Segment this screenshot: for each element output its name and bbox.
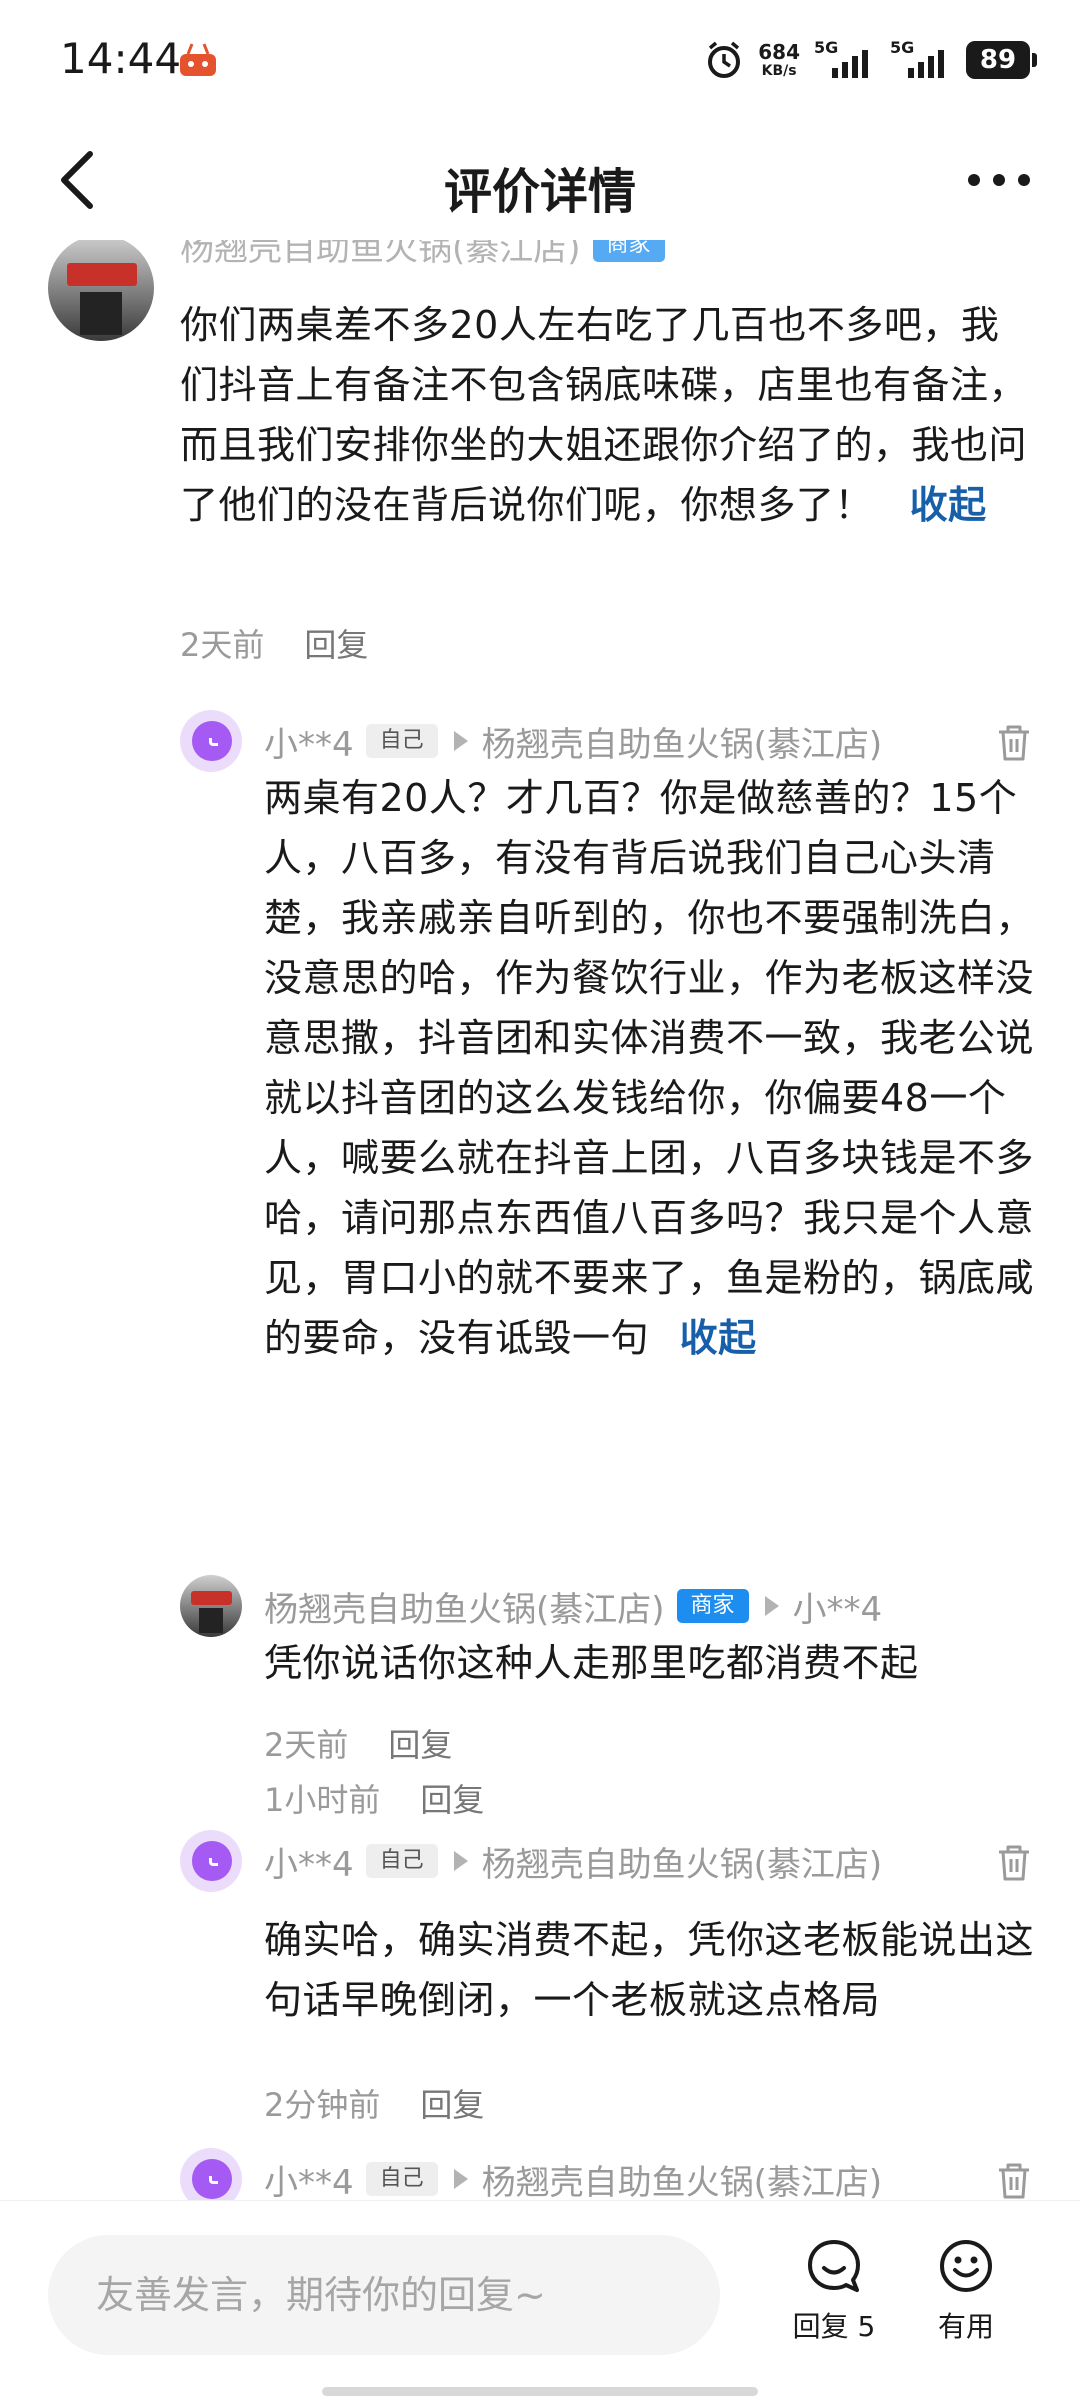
comment-body: 确实哈，确实消费不起，凭你这老板能说出这句话早晚倒闭，一个老板就这点格局 xyxy=(264,1910,1036,2030)
comment-header: 小**4 自己 杨翘壳自助鱼火锅(綦江店) xyxy=(264,2156,882,2200)
comment-footer: 2分钟前 回复 xyxy=(264,2080,484,2126)
signal-sim2-icon: 5G xyxy=(890,38,952,82)
signal-sim1-icon: 5G xyxy=(814,38,876,82)
collapse-link[interactable]: 收起 xyxy=(680,1316,757,1360)
comment-footer: 1小时前 回复 xyxy=(264,1775,484,1821)
reply-input[interactable] xyxy=(48,2235,720,2355)
smile-icon xyxy=(940,2240,992,2292)
status-time: 14:44 xyxy=(60,34,182,83)
net-speed: 684 KB/s xyxy=(758,42,800,78)
trash-icon[interactable] xyxy=(996,1844,1032,1882)
reply-input-box[interactable] xyxy=(48,2235,720,2355)
page-title: 评价详情 xyxy=(443,164,636,220)
reply-count-label: 回复 5 xyxy=(792,2310,876,2343)
self-tag: 自己 xyxy=(365,724,438,758)
more-icon[interactable] xyxy=(966,160,1032,200)
self-tag: 自己 xyxy=(365,1844,438,1878)
comment-body: 你们两桌差不多20人左右吃了几百也不多吧，我们抖音上有备注不包含锅底味碟，店里也… xyxy=(180,295,1036,535)
home-indicator[interactable] xyxy=(322,2387,758,2396)
nav-bar: 评价详情 xyxy=(0,120,1080,240)
comment-header: 杨翘壳自助鱼火锅(綦江店) 商家 小**4 xyxy=(264,1582,883,1631)
reply-target-name[interactable]: 小**4 xyxy=(793,1582,883,1631)
trash-icon[interactable] xyxy=(996,2162,1032,2200)
user-avatar[interactable] xyxy=(180,2148,242,2200)
arrow-icon xyxy=(764,1596,779,1616)
arrow-icon xyxy=(453,2169,468,2189)
status-bar: 14:44 684 KB/s 5G 5G 89 xyxy=(0,0,1080,120)
reply-button[interactable]: 回复 xyxy=(420,2080,484,2126)
reply-target-name[interactable]: 杨翘壳自助鱼火锅(綦江店) xyxy=(482,2155,883,2201)
comment-user-3: 小**4 自己 杨翘壳自助鱼火锅(綦江店) xyxy=(0,2148,1080,2200)
author-name[interactable]: 杨翘壳自助鱼火锅(綦江店) xyxy=(264,1582,665,1631)
comment-merchant-2: 杨翘壳自助鱼火锅(綦江店) 商家 小**4 凭你说话你这种人走那里吃都消费不起 … xyxy=(0,1575,1080,1845)
comment-merchant-1: 杨翘壳自助鱼火锅(綦江店) 商家 你们两桌差不多20人左右吃了几百也不多吧，我们… xyxy=(0,240,1080,680)
reply-button[interactable]: 回复 xyxy=(304,620,368,666)
merchant-tag: 商家 xyxy=(676,1589,749,1623)
app-notification-icon xyxy=(180,43,216,76)
comment-text: 两桌有20人？才几百？你是做慈善的？15个人，八百多，有没有背后说我们自己心头清… xyxy=(264,776,1035,1360)
reply-count-button[interactable]: 回复 5 xyxy=(774,2237,894,2345)
comment-time: 2分钟前 xyxy=(264,2086,381,2124)
comment-thread: 杨翘壳自助鱼火锅(綦江店) 商家 你们两桌差不多20人左右吃了几百也不多吧，我们… xyxy=(0,240,1080,2200)
comment-header: 小**4 自己 杨翘壳自助鱼火锅(綦江店) xyxy=(264,717,883,766)
arrow-icon xyxy=(453,731,468,751)
bottom-bar: 回复 5 有用 xyxy=(0,2200,1080,2408)
self-tag: 自己 xyxy=(365,2162,438,2196)
author-name[interactable]: 小**4 xyxy=(264,2155,354,2201)
author-name[interactable]: 杨翘壳自助鱼火锅(綦江店) xyxy=(180,240,581,270)
merchant-tag: 商家 xyxy=(592,240,665,262)
comment-header: 杨翘壳自助鱼火锅(綦江店) 商家 xyxy=(180,240,665,270)
arrow-icon xyxy=(453,1851,468,1871)
author-name[interactable]: 小**4 xyxy=(264,1837,354,1886)
battery-icon: 89 xyxy=(966,41,1037,79)
useful-label: 有用 xyxy=(937,2310,994,2343)
trash-icon[interactable] xyxy=(996,724,1032,762)
net-speed-value: 684 xyxy=(758,40,800,64)
comment-header: 小**4 自己 杨翘壳自助鱼火锅(綦江店) xyxy=(264,1837,883,1886)
comment-body: 两桌有20人？才几百？你是做慈善的？15个人，八百多，有没有背后说我们自己心头清… xyxy=(264,768,1036,1368)
comment-user-2: 小**4 自己 杨翘壳自助鱼火锅(綦江店) 确实哈，确实消费不起，凭你这老板能说… xyxy=(0,1830,1080,2160)
reply-target-name[interactable]: 杨翘壳自助鱼火锅(綦江店) xyxy=(482,1837,883,1886)
merchant-avatar[interactable] xyxy=(48,240,154,341)
comment-time: 1小时前 xyxy=(264,1781,381,1819)
comment-time: 2天前 xyxy=(180,626,265,664)
alarm-icon xyxy=(708,41,741,78)
reply-button[interactable]: 回复 xyxy=(420,1775,484,1821)
user-avatar[interactable] xyxy=(180,710,242,772)
useful-button[interactable]: 有用 xyxy=(906,2237,1026,2345)
net-speed-unit: KB/s xyxy=(761,63,797,79)
comment-text: 凭你说话你这种人走那里吃都消费不起 xyxy=(264,1641,919,1685)
comment-text: 确实哈，确实消费不起，凭你这老板能说出这句话早晚倒闭，一个老板就这点格局 xyxy=(264,1918,1035,2022)
comment-body: 凭你说话你这种人走那里吃都消费不起 xyxy=(264,1633,1036,1693)
user-avatar[interactable] xyxy=(180,1830,242,1892)
merchant-avatar[interactable] xyxy=(180,1575,242,1637)
collapse-link[interactable]: 收起 xyxy=(910,483,987,527)
status-right: 684 KB/s 5G 5G 89 xyxy=(704,36,1037,84)
comment-text: 你们两桌差不多20人左右吃了几百也不多吧，我们抖音上有备注不包含锅底味碟，店里也… xyxy=(180,303,1028,527)
author-name[interactable]: 小**4 xyxy=(264,717,354,766)
comment-footer: 2天前 回复 xyxy=(180,620,368,666)
reply-icon xyxy=(808,2240,860,2292)
reply-target-name[interactable]: 杨翘壳自助鱼火锅(綦江店) xyxy=(482,717,883,766)
